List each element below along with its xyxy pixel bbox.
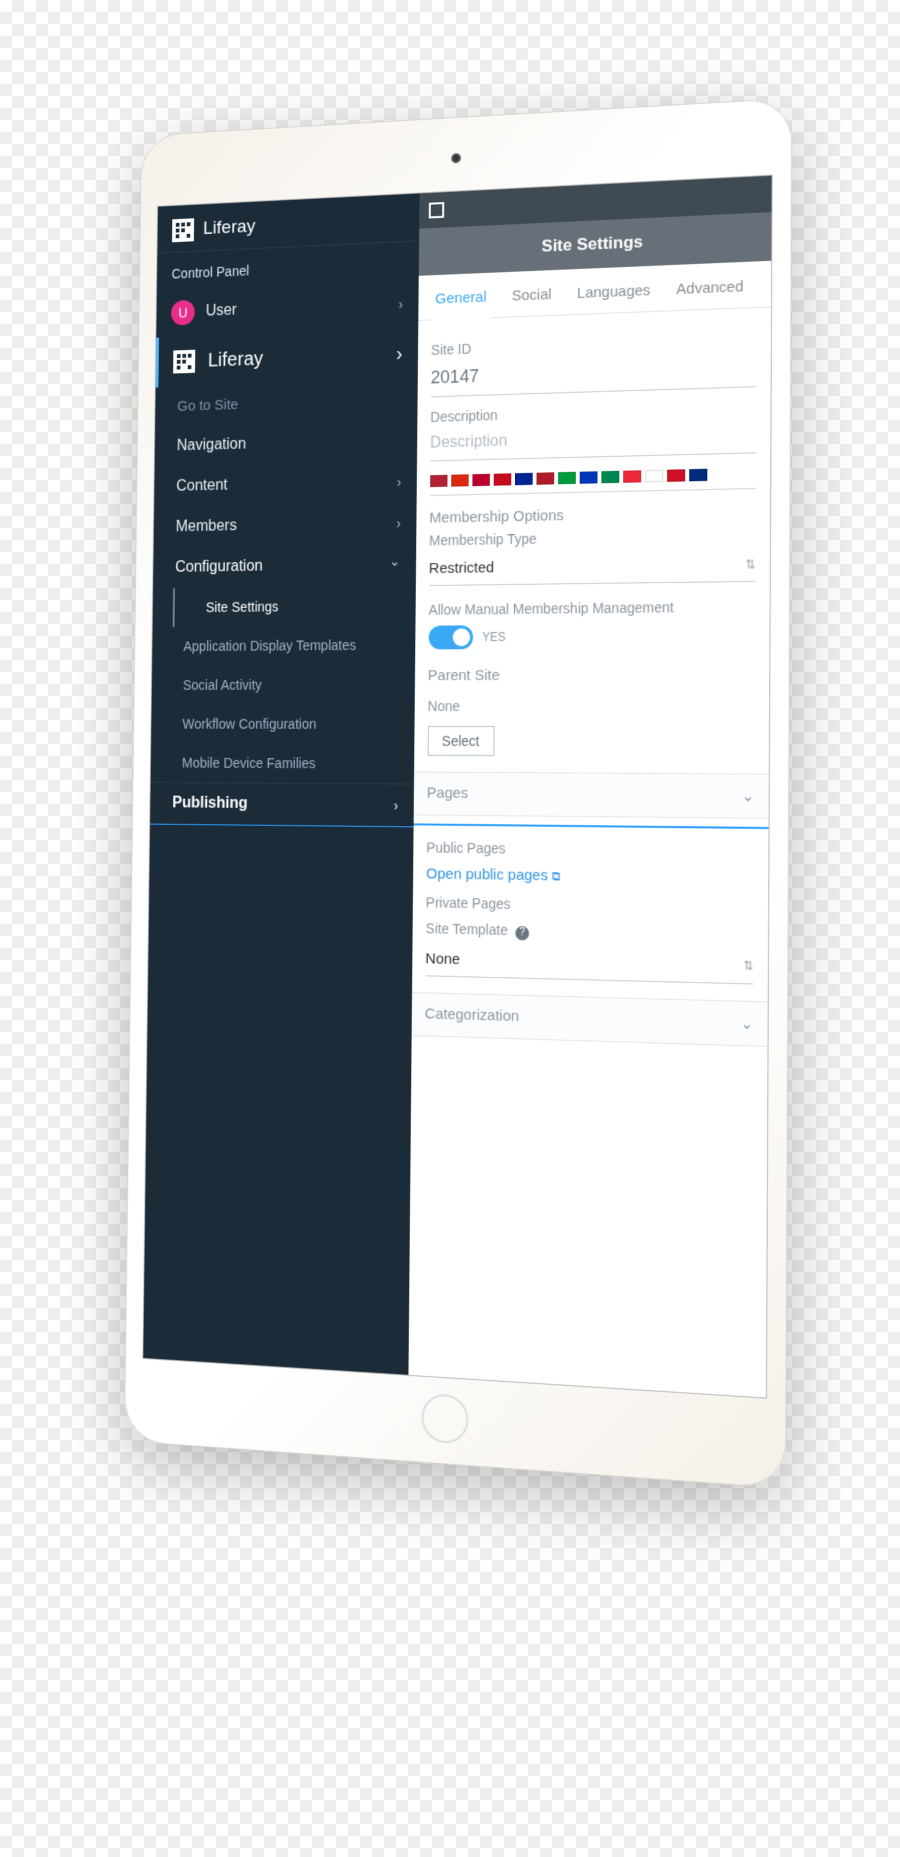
sidebar-item-label: Configuration — [175, 558, 263, 577]
sidebar-item-publishing[interactable]: Publishing › — [150, 783, 413, 826]
app-screen: Liferay Control Panel U User › Liferay › — [142, 175, 772, 1399]
chevron-right-icon: › — [396, 515, 401, 531]
flag-icon[interactable] — [601, 471, 619, 483]
parent-site-title: Parent Site — [428, 666, 755, 684]
liferay-logo-icon — [172, 218, 194, 242]
flag-icon[interactable] — [667, 469, 685, 482]
pages-group-header[interactable]: Pages ⌄ — [413, 772, 769, 819]
home-button[interactable] — [421, 1393, 468, 1445]
flag-icon[interactable] — [430, 475, 447, 487]
chevron-down-icon: ⌄ — [389, 552, 400, 569]
chevron-right-icon: › — [397, 474, 402, 490]
site-id-value: 20147 — [431, 351, 757, 398]
group-header-label: Categorization — [425, 1005, 519, 1026]
sidebar-item-label: User — [206, 302, 237, 321]
chevron-right-icon: › — [394, 797, 399, 813]
locale-flags[interactable] — [430, 468, 756, 496]
membership-type-label: Membership Type — [429, 527, 756, 549]
sidebar: Liferay Control Panel U User › Liferay › — [143, 193, 419, 1374]
public-pages-label: Public Pages — [426, 839, 754, 859]
panel-toggle-icon[interactable] — [428, 202, 443, 218]
sidebar-config-sublist: Site Settings Application Display Templa… — [151, 585, 416, 783]
membership-options-title: Membership Options — [429, 503, 755, 526]
membership-type-select[interactable]: Restricted ⇅ — [429, 549, 756, 586]
sidebar-item-label: Go to Site — [177, 396, 238, 414]
sidebar-item-configuration[interactable]: Configuration ⌄ — [153, 544, 416, 589]
sidebar-item-app-display-templates[interactable]: Application Display Templates — [152, 625, 415, 666]
brand-name: Liferay — [203, 216, 256, 240]
select-button[interactable]: Select — [427, 726, 494, 756]
select-caret-icon: ⇅ — [745, 557, 755, 571]
sidebar-item-site-settings[interactable]: Site Settings — [174, 585, 415, 627]
sidebar-item-liferay[interactable]: Liferay › — [156, 328, 418, 388]
categorization-group-header[interactable]: Categorization ⌄ — [411, 991, 768, 1046]
chevron-right-icon: › — [396, 343, 403, 366]
open-public-pages-link[interactable]: Open public pages⧉ — [426, 865, 560, 884]
external-link-icon: ⧉ — [552, 869, 561, 883]
flag-icon[interactable] — [645, 470, 663, 483]
flag-icon[interactable] — [472, 474, 489, 486]
flag-icon[interactable] — [451, 474, 468, 486]
group-header-label: Pages — [427, 785, 468, 803]
private-pages-label: Private Pages — [426, 894, 754, 916]
sidebar-item-label: Publishing — [172, 795, 248, 813]
sidebar-item-label: Social Activity — [183, 677, 262, 693]
camera-dot — [451, 153, 461, 163]
site-template-label: Site Template ? — [426, 920, 754, 944]
flag-icon[interactable] — [623, 470, 641, 482]
sidebar-item-label: Members — [176, 518, 237, 537]
sidebar-item-navigation[interactable]: Navigation — [155, 419, 417, 467]
select-value: Restricted — [429, 559, 494, 577]
toggle-state-label: YES — [482, 630, 505, 644]
chevron-down-icon: ⌄ — [741, 787, 754, 806]
sidebar-item-label: Mobile Device Families — [182, 755, 316, 771]
sidebar-item-label: Navigation — [177, 436, 247, 455]
sidebar-item-label: Liferay — [208, 343, 383, 371]
user-avatar-icon: U — [171, 300, 195, 326]
flag-icon[interactable] — [536, 472, 554, 484]
liferay-logo-icon — [173, 350, 195, 374]
sidebar-item-content[interactable]: Content › — [154, 461, 416, 508]
sidebar-item-label: Site Settings — [206, 599, 279, 615]
sidebar-item-label: Content — [176, 477, 228, 496]
allow-manual-label: Allow Manual Membership Management — [429, 598, 756, 618]
help-icon[interactable]: ? — [515, 926, 529, 940]
tablet-frame: Liferay Control Panel U User › Liferay › — [124, 98, 792, 1489]
tab-social[interactable]: Social — [502, 280, 562, 317]
chevron-down-icon: ⌄ — [740, 1014, 753, 1033]
content-area: Site Settings General Social Languages A… — [408, 176, 772, 1398]
sidebar-item-social-activity[interactable]: Social Activity — [152, 664, 415, 704]
sidebar-item-mobile-device-families[interactable]: Mobile Device Families — [151, 743, 414, 783]
flag-icon[interactable] — [579, 471, 597, 483]
sidebar-sublist: Go to Site Navigation Content › Members … — [150, 379, 417, 827]
flag-icon[interactable] — [515, 473, 533, 485]
active-underline — [413, 823, 768, 829]
tab-general[interactable]: General — [426, 282, 497, 319]
allow-manual-toggle[interactable] — [428, 625, 473, 649]
sidebar-item-workflow-config[interactable]: Workflow Configuration — [151, 704, 414, 744]
tab-advanced[interactable]: Advanced — [666, 272, 754, 311]
sidebar-item-members[interactable]: Members › — [154, 502, 417, 548]
description-input[interactable]: Description — [430, 420, 756, 462]
select-value: None — [425, 950, 460, 968]
form-area: Site ID 20147 Description Description Me… — [411, 307, 771, 1065]
flag-icon[interactable] — [689, 469, 707, 482]
parent-site-value: None — [428, 698, 755, 715]
chevron-right-icon: › — [398, 296, 403, 312]
select-caret-icon: ⇅ — [743, 958, 753, 973]
sidebar-item-label: Application Display Templates — [183, 637, 356, 654]
sidebar-item-label: Workflow Configuration — [182, 716, 316, 732]
site-template-select[interactable]: None ⇅ — [425, 944, 753, 984]
flag-icon[interactable] — [558, 472, 576, 484]
tab-languages[interactable]: Languages — [567, 276, 660, 315]
flag-icon[interactable] — [493, 473, 511, 485]
